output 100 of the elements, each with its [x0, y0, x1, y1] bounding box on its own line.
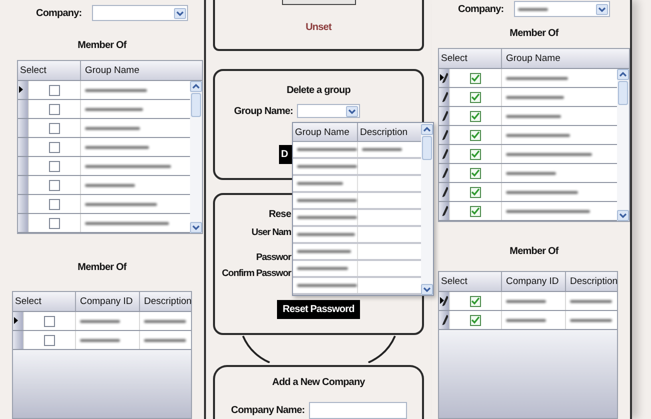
- row-header[interactable]: [439, 107, 449, 125]
- dropdown-option[interactable]: [293, 193, 421, 210]
- checkbox[interactable]: [49, 122, 60, 134]
- chevron-down-icon[interactable]: [346, 106, 358, 117]
- checkbox[interactable]: [49, 180, 60, 190]
- delete-button[interactable]: D: [279, 145, 293, 164]
- checkbox[interactable]: [44, 316, 55, 326]
- checkbox[interactable]: [470, 296, 481, 306]
- scrollbar[interactable]: [190, 81, 202, 233]
- blurred-text: [506, 96, 564, 98]
- scrollbar[interactable]: [421, 124, 433, 295]
- blurred-text: [80, 338, 120, 342]
- blurred-text: [506, 114, 561, 118]
- chevron-down-icon[interactable]: [190, 222, 202, 233]
- scroll-thumb[interactable]: [618, 81, 628, 105]
- checkbox[interactable]: [470, 168, 481, 178]
- dropdown-list[interactable]: Group Name Description: [292, 122, 434, 296]
- chevron-down-icon[interactable]: [421, 284, 433, 295]
- row-header[interactable]: [439, 88, 449, 106]
- checkbox[interactable]: [44, 334, 55, 346]
- reset-password-button[interactable]: Reset Password: [276, 300, 360, 319]
- check-icon: [471, 188, 480, 196]
- checkbox[interactable]: [49, 218, 60, 228]
- column-header[interactable]: Group Name: [501, 49, 617, 68]
- column-header[interactable]: Group Name: [80, 61, 190, 80]
- dropdown-option[interactable]: [293, 210, 421, 227]
- field-label: Company Name:: [231, 405, 305, 416]
- chevron-down-icon[interactable]: [174, 8, 186, 18]
- blurred-text: [85, 202, 157, 206]
- dropdown-option[interactable]: [293, 142, 421, 159]
- row-header[interactable]: [439, 126, 449, 144]
- blurred-text: [297, 267, 348, 270]
- column-header[interactable]: Description: [565, 272, 617, 291]
- column-header[interactable]: Company ID: [501, 272, 565, 291]
- blurred-text: [297, 233, 355, 236]
- blurred-text: [85, 88, 147, 92]
- blurred-text: [80, 320, 120, 322]
- checkbox[interactable]: [49, 84, 60, 96]
- checkbox[interactable]: [470, 130, 481, 140]
- column-header[interactable]: Group Name: [293, 123, 357, 141]
- row-pointer-icon: [440, 74, 444, 81]
- row-header[interactable]: [439, 145, 449, 163]
- field-label: Passwor: [256, 252, 291, 263]
- checkbox[interactable]: [470, 92, 481, 102]
- row-header[interactable]: [439, 69, 449, 87]
- checkbox[interactable]: [470, 72, 481, 84]
- field-label: User Nam: [251, 226, 291, 238]
- dropdown-option[interactable]: [293, 278, 421, 295]
- checkbox[interactable]: [49, 160, 60, 172]
- checkbox[interactable]: [49, 104, 60, 114]
- checkbox[interactable]: [470, 110, 481, 122]
- column-header[interactable]: Description: [139, 292, 191, 311]
- row-header[interactable]: [439, 202, 449, 220]
- checkbox[interactable]: [49, 198, 60, 210]
- row-header[interactable]: [439, 311, 449, 329]
- column-header[interactable]: Select: [18, 61, 80, 80]
- check-icon: [471, 316, 480, 324]
- row-header[interactable]: [18, 81, 28, 99]
- row-pointer-icon: [14, 317, 18, 324]
- dropdown-field[interactable]: [92, 5, 188, 21]
- column-header[interactable]: Company ID: [75, 292, 139, 311]
- dropdown-field[interactable]: [514, 1, 610, 17]
- checkbox[interactable]: [470, 206, 481, 216]
- button-edge[interactable]: [282, 0, 356, 5]
- check-icon: [471, 169, 480, 177]
- row-header[interactable]: [439, 183, 449, 201]
- scroll-thumb[interactable]: [191, 93, 201, 117]
- row-pointer-icon: [440, 297, 444, 304]
- column-header[interactable]: Select: [13, 292, 75, 311]
- blurred-text: [85, 146, 149, 148]
- section-title: Rese: [268, 208, 291, 220]
- dropdown-option[interactable]: [293, 261, 421, 278]
- unset-link[interactable]: Unset: [306, 22, 332, 33]
- checkbox[interactable]: [470, 186, 481, 198]
- dropdown-option[interactable]: [293, 227, 421, 244]
- checkbox[interactable]: [49, 142, 60, 152]
- dropdown-option[interactable]: [293, 244, 421, 261]
- section-title: Delete a group: [286, 85, 352, 96]
- text-field[interactable]: [308, 402, 407, 419]
- checkbox[interactable]: [470, 314, 481, 326]
- chevron-down-icon[interactable]: [596, 4, 608, 14]
- field-label: Confirm Passwor: [222, 268, 291, 279]
- dropdown-field[interactable]: [296, 104, 360, 118]
- scroll-up-icon[interactable]: [617, 69, 629, 80]
- dropdown-option[interactable]: [293, 159, 421, 176]
- row-header[interactable]: [439, 292, 449, 310]
- scroll-up-icon[interactable]: [421, 124, 433, 135]
- row-header[interactable]: [439, 164, 449, 182]
- chevron-down-icon[interactable]: [617, 210, 629, 221]
- row-header[interactable]: [13, 312, 23, 330]
- checkbox[interactable]: [470, 148, 481, 160]
- scroll-up-icon[interactable]: [190, 81, 202, 92]
- blurred-text: [506, 190, 578, 194]
- dropdown-option[interactable]: [293, 176, 421, 193]
- section-title: Member Of: [508, 28, 560, 39]
- scroll-thumb[interactable]: [422, 136, 432, 160]
- column-header[interactable]: Select: [439, 49, 501, 68]
- scrollbar[interactable]: [617, 69, 629, 221]
- blurred-text: [362, 148, 402, 151]
- column-header[interactable]: Select: [439, 272, 501, 291]
